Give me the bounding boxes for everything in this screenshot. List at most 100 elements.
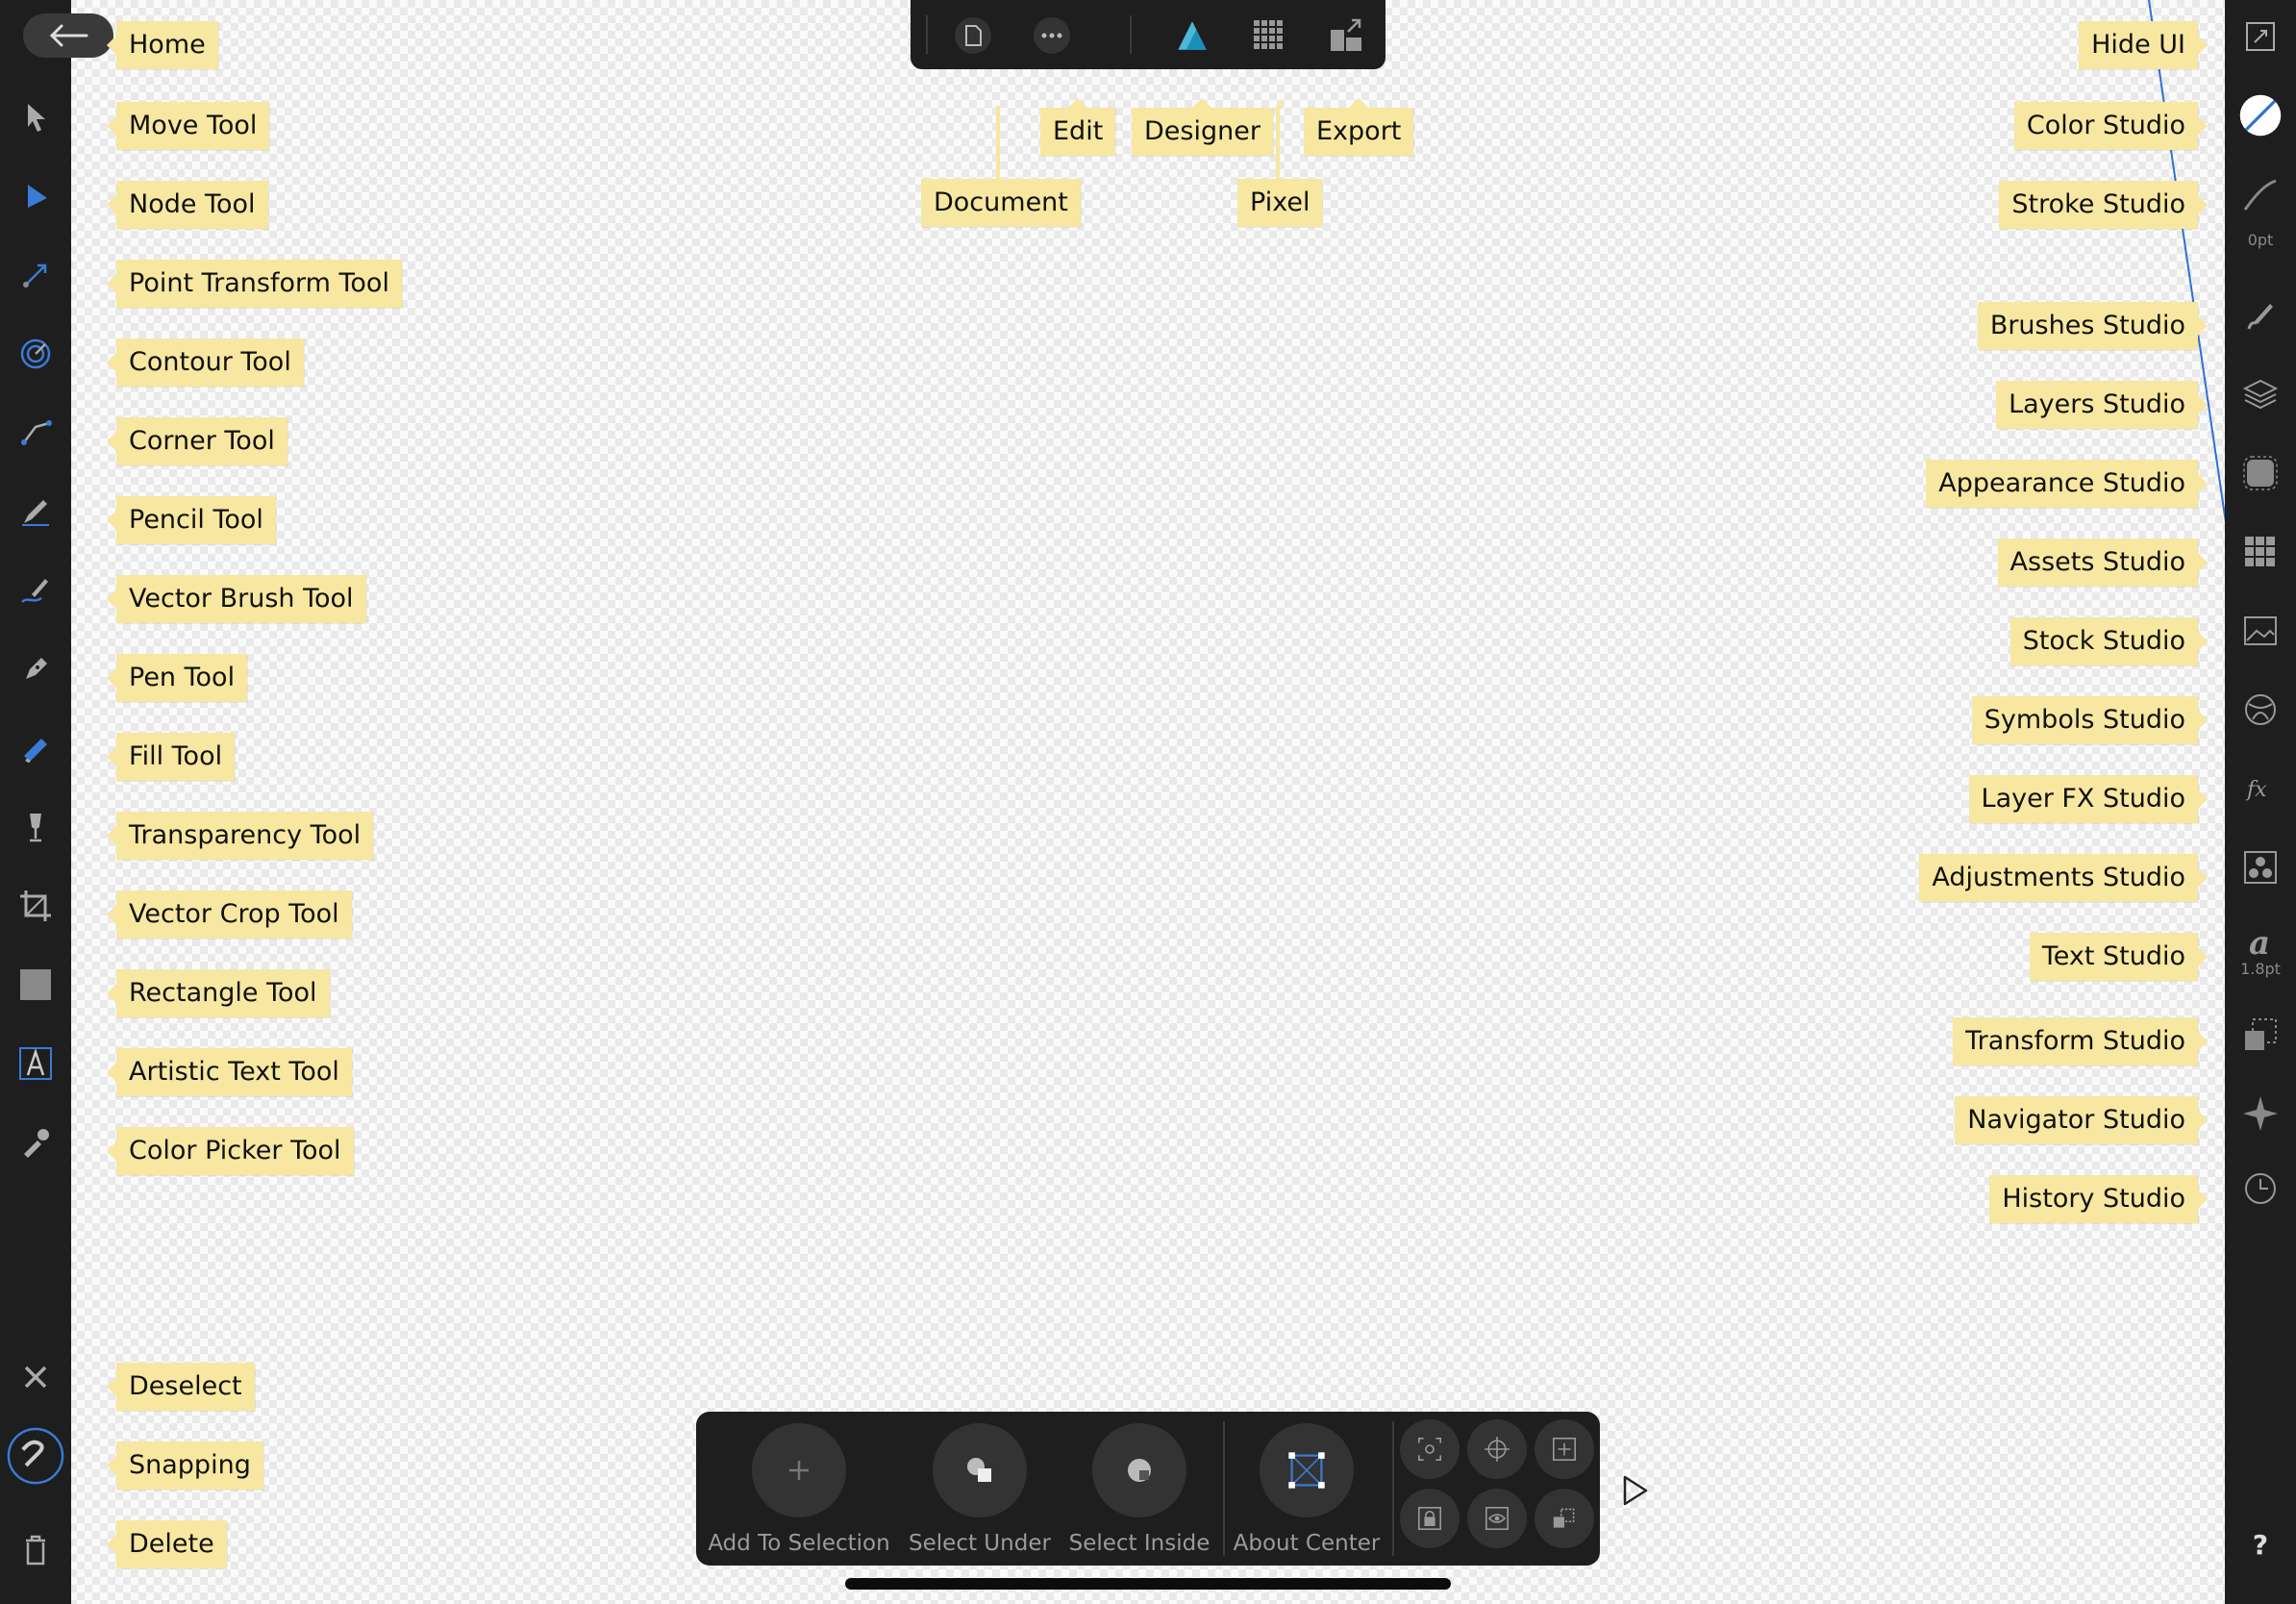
transform-studio-button[interactable] xyxy=(2225,1006,2296,1064)
vector-brush-tool-callout: Vector Brush Tool xyxy=(107,575,366,623)
help-button[interactable]: ? xyxy=(2225,1529,2296,1561)
artistic-text-tool[interactable] xyxy=(0,1035,71,1092)
fill-icon xyxy=(24,739,47,764)
select-inside-button[interactable] xyxy=(1092,1423,1186,1517)
transparency-tool[interactable] xyxy=(0,798,71,856)
transform-objects-button[interactable] xyxy=(1535,1489,1594,1548)
corner-tool[interactable] xyxy=(0,404,71,462)
svg-text:fx: fx xyxy=(2245,778,2267,802)
export-persona-button[interactable] xyxy=(1322,12,1370,60)
corner-tool-callout: Corner Tool xyxy=(107,417,287,465)
appearance-studio-button[interactable] xyxy=(2225,444,2296,502)
color-studio-callout: Color Studio xyxy=(2013,102,2209,150)
assets-studio-callout: Assets Studio xyxy=(1997,539,2209,587)
move-tool[interactable] xyxy=(0,88,71,146)
focus-selection-button[interactable] xyxy=(1400,1419,1460,1479)
svg-text:a: a xyxy=(2249,924,2270,962)
delete-callout: Delete xyxy=(107,1520,227,1568)
text-size-value: 1.8pt xyxy=(2240,960,2281,978)
assets-grid-icon xyxy=(2245,537,2275,566)
snapping-callout: Snapping xyxy=(107,1441,263,1490)
move-arrow-icon xyxy=(28,104,45,132)
designer-persona-button[interactable] xyxy=(1168,12,1216,60)
about-center-button[interactable] xyxy=(1260,1423,1354,1517)
text-studio-callout: Text Studio xyxy=(2029,933,2209,981)
edit-menu-button[interactable] xyxy=(1028,12,1076,60)
color-swatch-icon xyxy=(2239,94,2282,137)
pixel-callout: Pixel xyxy=(1237,179,1323,227)
transform-separately-icon xyxy=(1553,1508,1575,1528)
expand-toolbar-icon[interactable] xyxy=(1615,1471,1654,1510)
pixel-callout-stem xyxy=(1276,106,1280,183)
navigator-studio-button[interactable] xyxy=(2225,1085,2296,1142)
contour-tool-callout: Contour Tool xyxy=(107,338,304,387)
vector-crop-tool-callout: Vector Crop Tool xyxy=(107,890,352,939)
context-toolbar: Add To Selection Select Under Select Ins… xyxy=(696,1412,1600,1566)
hide-ui-button[interactable] xyxy=(2225,8,2296,65)
adjustments-studio-button[interactable] xyxy=(2225,839,2296,896)
contour-tool[interactable] xyxy=(0,325,71,383)
deselect-button[interactable] xyxy=(0,1348,71,1406)
stroke-studio-button[interactable] xyxy=(2225,165,2296,223)
focus-icon xyxy=(1418,1438,1441,1461)
brushes-studio-button[interactable] xyxy=(2225,287,2296,344)
snapping-toggle[interactable] xyxy=(0,1427,71,1485)
lock-frame-icon xyxy=(1418,1507,1441,1530)
pencil-tool[interactable] xyxy=(0,483,71,540)
assets-studio-button[interactable] xyxy=(2225,523,2296,581)
brush-icon xyxy=(2247,304,2273,330)
rectangle-tool-callout: Rectangle Tool xyxy=(107,969,330,1017)
symbols-studio-button[interactable] xyxy=(2225,681,2296,739)
select-under-button[interactable] xyxy=(933,1423,1027,1517)
pen-tool-callout: Pen Tool xyxy=(106,654,248,702)
pixel-persona-button[interactable] xyxy=(1245,12,1293,60)
magnet-icon xyxy=(7,1427,64,1485)
adjustments-studio-callout: Adjustments Studio xyxy=(1919,854,2208,902)
deselect-callout: Deselect xyxy=(107,1363,255,1411)
rectangle-icon xyxy=(20,969,51,1000)
vector-brush-tool[interactable] xyxy=(0,562,71,619)
document-menu-button[interactable] xyxy=(949,12,997,60)
pen-tool[interactable] xyxy=(0,640,71,698)
about-center-icon xyxy=(1288,1452,1325,1489)
appearance-icon xyxy=(2243,456,2278,490)
color-picker-tool[interactable] xyxy=(0,1114,71,1171)
top-toolbar xyxy=(911,0,1385,69)
fit-selection-button[interactable] xyxy=(1535,1419,1594,1479)
history-studio-callout: History Studio xyxy=(1989,1175,2208,1223)
document-callout-stem xyxy=(996,106,1000,183)
export-callout: Export xyxy=(1304,98,1414,156)
point-transform-tool[interactable] xyxy=(0,246,71,304)
fx-icon: fx xyxy=(2245,778,2267,802)
crosshair-button[interactable] xyxy=(1467,1419,1527,1479)
vector-crop-tool[interactable] xyxy=(0,877,71,935)
pencil-icon xyxy=(22,500,49,526)
point-transform-icon xyxy=(23,263,47,288)
history-studio-button[interactable] xyxy=(2225,1160,2296,1217)
layer-fx-studio-button[interactable]: fx xyxy=(2225,760,2296,817)
node-tool-callout: Node Tool xyxy=(107,181,268,229)
show-hidden-button[interactable] xyxy=(1467,1489,1527,1548)
layer-fx-studio-callout: Layer FX Studio xyxy=(1968,775,2209,823)
home-indicator xyxy=(845,1578,1451,1590)
rectangle-tool[interactable] xyxy=(0,956,71,1014)
layers-studio-button[interactable] xyxy=(2225,365,2296,423)
stock-studio-button[interactable] xyxy=(2225,602,2296,660)
move-tool-callout: Move Tool xyxy=(106,102,270,150)
add-to-selection-button[interactable] xyxy=(752,1423,846,1517)
pixel-grid-icon xyxy=(1254,20,1283,49)
select-inside-label: Select Inside xyxy=(1068,1531,1210,1556)
home-button[interactable] xyxy=(23,13,113,58)
node-tool[interactable] xyxy=(0,167,71,225)
text-a-icon xyxy=(19,1047,52,1080)
trash-icon xyxy=(26,1535,45,1566)
color-studio-button[interactable] xyxy=(2225,87,2296,144)
edit-callout: Edit xyxy=(1040,98,1116,156)
transparency-tool-callout: Transparency Tool xyxy=(106,812,374,860)
fill-tool[interactable] xyxy=(0,719,71,777)
lock-children-button[interactable] xyxy=(1400,1489,1460,1548)
color-picker-tool-callout: Color Picker Tool xyxy=(107,1127,354,1175)
close-x-icon xyxy=(24,1366,47,1389)
separator xyxy=(1392,1421,1394,1556)
delete-button[interactable] xyxy=(0,1521,71,1579)
